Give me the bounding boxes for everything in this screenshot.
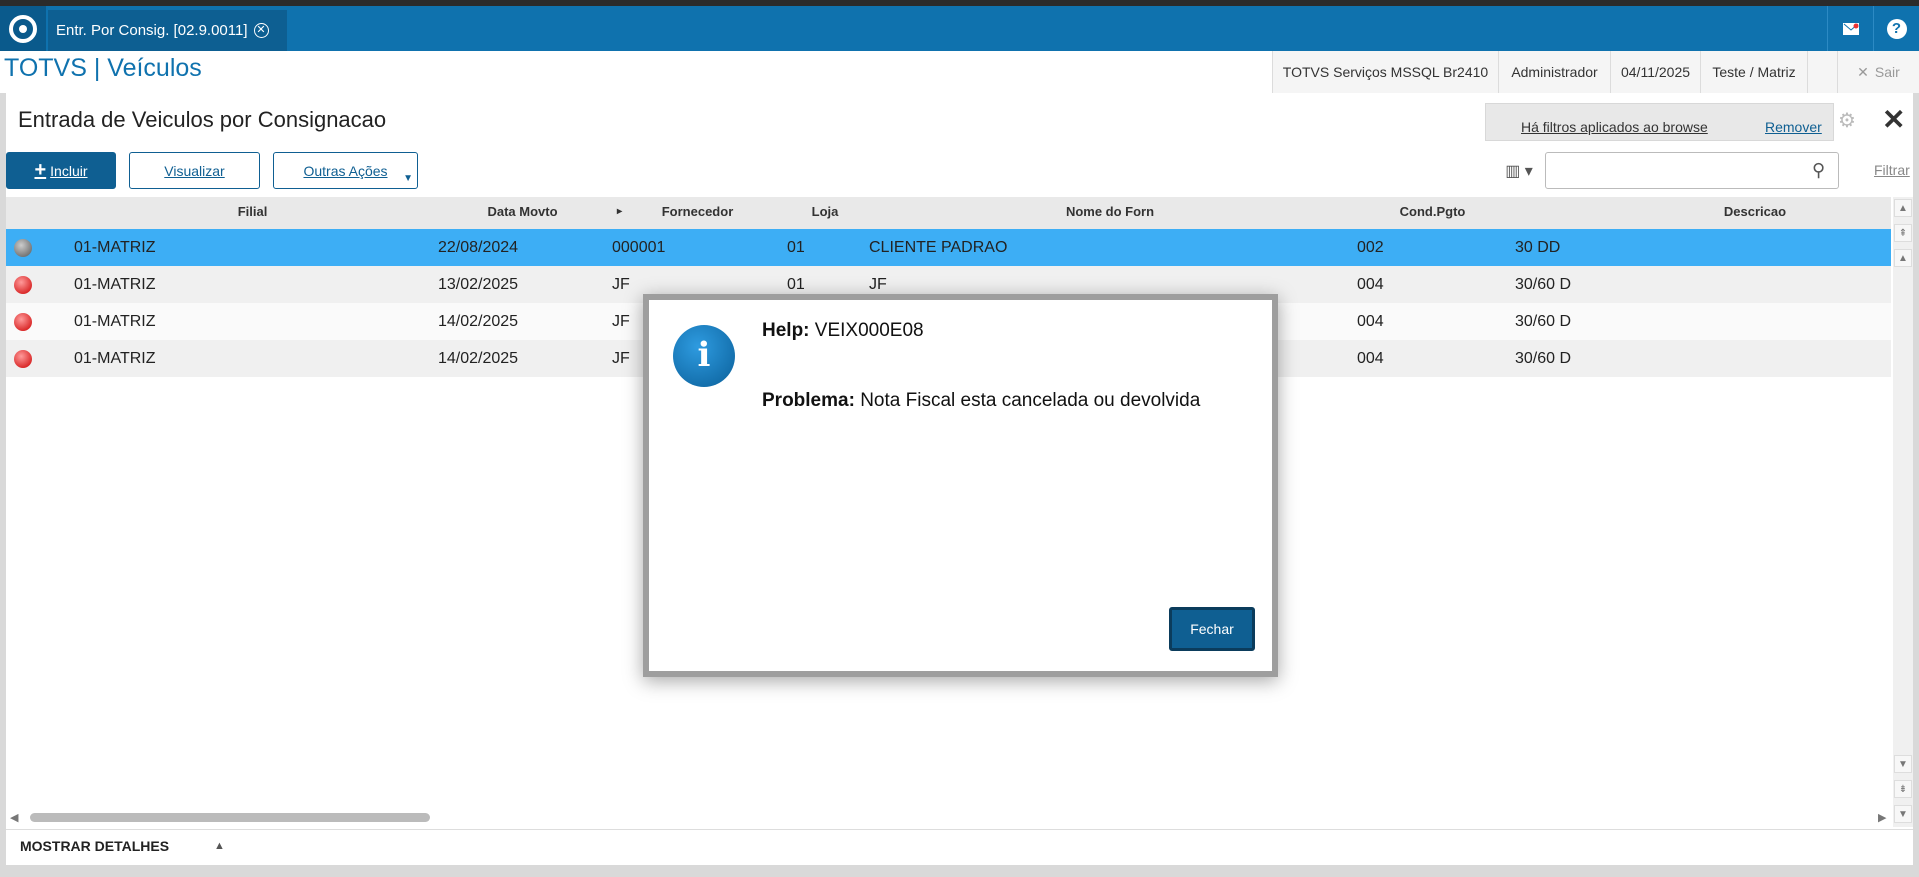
cell-filial: 01-MATRIZ [74,350,156,367]
status-icon [14,313,32,331]
scroll-page-up-icon[interactable]: ⇞ [1894,224,1912,242]
user-label: Administrador [1498,51,1610,93]
chevron-up-icon[interactable]: ▲ [214,840,225,852]
tab-bar [0,6,1919,51]
scroll-bottom-icon[interactable]: ▼ [1894,805,1912,823]
help-icon: ? [1886,18,1907,39]
col-descricao[interactable]: Descricao [1700,197,1810,230]
cell-descricao: 30/60 D [1515,350,1572,367]
col-data-movto[interactable]: Data Movto [455,197,590,230]
cell-cond: 004 [1357,350,1384,367]
outras-acoes-button[interactable]: Outras Ações ▼ [273,152,418,189]
incluir-button[interactable]: + Incluir [6,152,116,189]
help-line: Help: VEIX000E08 [762,320,924,342]
scroll-down-icon[interactable]: ▼ [1894,755,1912,773]
status-icon [14,276,32,294]
cell-data: 14/02/2025 [438,313,519,330]
mail-icon [1842,22,1859,35]
help-button[interactable]: ? [1873,6,1919,51]
mostrar-detalhes-label[interactable]: MOSTRAR DETALHES [20,838,169,854]
help-label: Help: [762,320,810,341]
cell-nome: CLIENTE PADRAO [869,239,1008,256]
columns-icon[interactable]: ▥ ▾ [1494,152,1544,189]
tab-close-icon[interactable]: ✕ [253,23,269,38]
cell-descricao: 30/60 D [1515,276,1572,293]
scroll-left-icon[interactable]: ◀ [10,811,18,824]
tab-entr-por-consig[interactable]: Entr. Por Consig. [02.9.0011] ✕ [48,10,287,51]
page-title: Entrada de Veiculos por Consignacao [18,107,387,132]
col-loja[interactable]: Loja [785,197,865,230]
col-filial[interactable]: Filial [180,197,325,230]
cell-data: 14/02/2025 [438,350,519,367]
cell-cond: 004 [1357,313,1384,330]
gear-icon[interactable]: ⚙ [1838,108,1856,133]
chevron-down-icon: ▼ [403,173,413,184]
cell-cond: 002 [1357,239,1384,256]
company-label: Teste / Matriz [1700,51,1807,93]
cell-descricao: 30/60 D [1515,313,1572,330]
date-label: 04/11/2025 [1610,51,1700,93]
problem-text: Nota Fiscal esta cancelada ou devolvida [854,390,1201,411]
scroll-up-icon[interactable]: ▲ [1894,249,1912,267]
cell-data: 22/08/2024 [438,239,519,256]
cell-cond: 004 [1357,276,1384,293]
sort-icon: ▸ [616,206,623,217]
help-code: VEIX000E08 [809,320,924,341]
search-icon[interactable]: ⚲ [1812,160,1825,181]
cell-fornecedor: JF [612,350,630,367]
problem-label: Problema: [762,390,855,411]
cell-loja: 01 [787,239,805,256]
filtrar-link[interactable]: Filtrar [1874,162,1910,178]
status-icon [14,350,32,368]
vertical-scrollbar[interactable] [1893,197,1913,827]
fechar-button[interactable]: Fechar [1169,607,1255,651]
cell-fornecedor: 000001 [612,239,666,256]
col-nome-forn[interactable]: Nome do Forn [1030,197,1190,230]
cell-filial: 01-MATRIZ [74,276,156,293]
search-input[interactable] [1545,152,1839,189]
app-title: TOTVS | Veículos [4,54,202,82]
totvs-logo-icon[interactable] [0,6,46,51]
logout-button[interactable]: ✕ Sair [1837,51,1919,93]
visualizar-button[interactable]: Visualizar [129,152,260,189]
table-row[interactable]: 01-MATRIZ 22/08/2024 000001 01 CLIENTE P… [6,229,1891,266]
info-icon: i [673,325,735,387]
status-icon [14,239,32,257]
cell-filial: 01-MATRIZ [74,239,156,256]
mail-button[interactable] [1827,6,1873,51]
tab-label: Entr. Por Consig. [02.9.0011] [56,22,248,39]
scroll-top-icon[interactable]: ▲ [1894,199,1912,217]
incluir-label: Incluir [50,162,88,179]
scroll-page-down-icon[interactable]: ⇟ [1894,780,1912,798]
close-icon[interactable]: ✕ [1882,103,1905,136]
cell-data: 13/02/2025 [438,276,519,293]
scroll-right-icon[interactable]: ▶ [1878,811,1886,824]
remove-filter-link[interactable]: Remover [1765,119,1822,135]
problem-line: Problema: Nota Fiscal esta cancelada ou … [762,390,1200,412]
cell-fornecedor: JF [612,313,630,330]
cell-descricao: 30 DD [1515,239,1561,256]
logout-icon: ✕ [1857,63,1869,80]
filter-notice-link[interactable]: Há filtros aplicados ao browse [1521,119,1708,135]
details-bar[interactable] [6,829,1913,865]
cell-fornecedor: JF [612,276,630,293]
plus-icon: + [34,159,47,181]
horizontal-scroll-thumb[interactable] [30,813,430,822]
logout-label: Sair [1874,64,1900,80]
info-spacer [1807,51,1837,93]
col-cond-pgto[interactable]: Cond.Pgto [1380,197,1485,230]
outras-acoes-label: Outras Ações [303,162,388,179]
col-fornecedor[interactable]: Fornecedor [640,197,755,230]
environment-label: TOTVS Serviços MSSQL Br2410 [1272,51,1498,93]
cell-filial: 01-MATRIZ [74,313,156,330]
